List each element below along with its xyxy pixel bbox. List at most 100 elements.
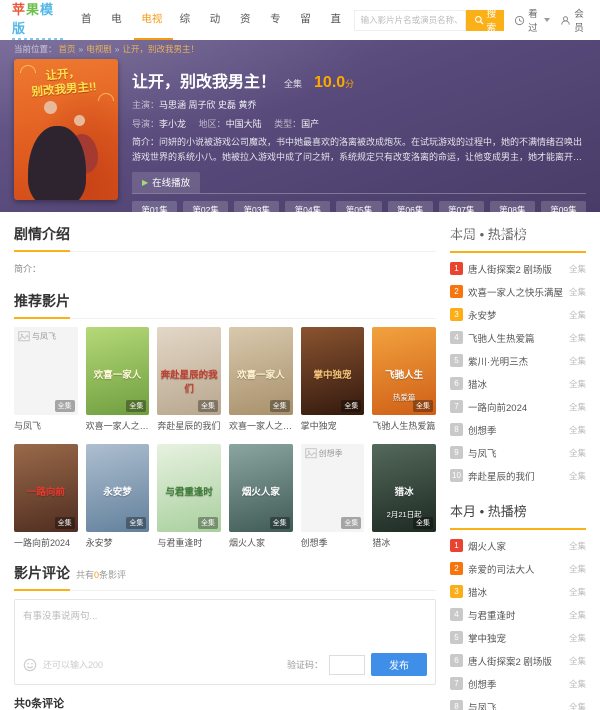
page-title: 让开，别改我男主！ [132, 68, 276, 92]
status-badge: 全集 [413, 517, 433, 529]
rank-badge: 3 [450, 308, 463, 321]
movie-poster: 与凤飞 全集 [14, 327, 78, 415]
ranking-item-status: 全集 [569, 701, 586, 710]
nav-item[interactable]: 综艺 [173, 0, 203, 40]
nav-item[interactable]: 首页 [74, 0, 104, 40]
movie-card[interactable]: 与君重逢时 全集 与君重逢时 [157, 444, 221, 549]
ranking-item[interactable]: 6 猎冰 全集 [450, 372, 586, 395]
ranking-item-title: 飞驰人生热爱篇 [468, 331, 564, 345]
ranking-item[interactable]: 3 猎冰 全集 [450, 580, 586, 603]
ranking-item[interactable]: 2 亲爱的司法大人 全集 [450, 557, 586, 580]
ranking-item[interactable]: 5 掌中独宠 全集 [450, 626, 586, 649]
movie-card[interactable]: 一路向前 全集 一路向前2024 [14, 444, 78, 549]
movie-title: 欢喜一家人之我家有喜 [229, 419, 293, 432]
tab-online-play[interactable]: ▶ 在线播放 [132, 172, 200, 193]
episode-button[interactable]: 第07集 [439, 201, 484, 219]
breadcrumb-link[interactable]: 让开，别改我男主！ [123, 44, 200, 54]
nav-item[interactable]: 留言 [293, 0, 323, 40]
movie-card[interactable]: 欢喜一家人 全集 欢喜一家人之我家有喜 [229, 327, 293, 432]
broken-image-icon [18, 331, 30, 343]
episode-button[interactable]: 第04集 [285, 201, 330, 219]
search-input[interactable] [354, 10, 466, 31]
ranking-item[interactable]: 7 一路向前2024 全集 [450, 395, 586, 418]
movie-card[interactable]: 创想季 全集 创想季 [301, 444, 365, 549]
episode-button[interactable]: 第09集 [541, 201, 586, 219]
comments-section-header: 影片评论共有0条影评 [14, 563, 436, 591]
episode-button[interactable]: 第18集 [541, 224, 586, 242]
movie-poster: 一路向前 全集 [14, 444, 78, 532]
ranking-item[interactable]: 3 永安梦 全集 [450, 303, 586, 326]
movie-title: 掌中独宠 [301, 419, 365, 432]
episode-button[interactable]: 第05集 [336, 201, 381, 219]
ranking-item[interactable]: 9 与凤飞 全集 [450, 441, 586, 464]
movie-card[interactable]: 掌中独宠 全集 掌中独宠 [301, 327, 365, 432]
episode-button[interactable]: 第03集 [234, 201, 279, 219]
ranking-item-title: 唐人街探案2 剧场版 [468, 654, 564, 668]
ranking-item-status: 全集 [569, 586, 586, 598]
poster-figure [74, 115, 85, 126]
ranking-item[interactable]: 8 创想季 全集 [450, 418, 586, 441]
episode-button[interactable]: 第02集 [183, 201, 228, 219]
ranking-item[interactable]: 1 唐人街探案2 剧场版 全集 [450, 257, 586, 280]
search-bar: 搜索 [354, 10, 505, 31]
nav-item[interactable]: 直播 [323, 0, 353, 40]
ranking-item[interactable]: 8 与凤飞 全集 [450, 695, 586, 710]
movie-card[interactable]: 永安梦 全集 永安梦 [86, 444, 150, 549]
monthly-hot-title: 本月 • 热播榜 [450, 501, 586, 530]
ranking-item[interactable]: 7 创想季 全集 [450, 672, 586, 695]
rank-badge: 1 [450, 539, 463, 552]
breadcrumb-link[interactable]: 电视剧 [86, 44, 112, 54]
movie-card[interactable]: 奔赴星辰的我们 全集 奔赴星辰的我们 [157, 327, 221, 432]
recommend-grid: 与凤飞 全集 与凤飞 欢喜一家人 全集 欢 [14, 327, 436, 549]
movie-poster: 奔赴星辰的我们 全集 [157, 327, 221, 415]
nav-item[interactable]: 电影 [104, 0, 134, 40]
poster-art-title: 烟火人家 [232, 484, 290, 498]
ranking-item[interactable]: 6 唐人街探案2 剧场版 全集 [450, 649, 586, 672]
ranking-item-title: 创想季 [468, 423, 564, 437]
movie-poster: 猎冰 2月21日起 全集 [372, 444, 436, 532]
ranking-item[interactable]: 5 紫川·光明三杰 全集 [450, 349, 586, 372]
captcha-input[interactable] [329, 655, 365, 675]
poster-art-title: 猎冰 [375, 484, 433, 498]
movie-card[interactable]: 飞驰人生 热爱篇 全集 飞驰人生热爱篇 [372, 327, 436, 432]
main-poster[interactable]: 让开， 别改我男主!! [14, 59, 118, 200]
movie-poster: 永安梦 全集 [86, 444, 150, 532]
ranking-item[interactable]: 4 与君重逢时 全集 [450, 603, 586, 626]
ranking-item[interactable]: 10 奔赴星辰的我们 全集 [450, 464, 586, 487]
nav-item[interactable]: 动漫 [203, 0, 233, 40]
nav-item[interactable]: 电视剧 [134, 0, 172, 40]
ranking-item[interactable]: 4 飞驰人生热爱篇 全集 [450, 326, 586, 349]
episode-button[interactable]: 第16集 [439, 224, 484, 242]
movie-title: 猎冰 [372, 536, 436, 549]
watched-menu[interactable]: 看过 [514, 6, 550, 34]
ranking-item-status: 全集 [569, 540, 586, 552]
movie-title: 永安梦 [86, 536, 150, 549]
comment-form: 还可以输入200 验证码： 发布 [14, 599, 436, 685]
episode-button[interactable]: 第17集 [490, 224, 535, 242]
member-link[interactable]: 会员 [560, 6, 588, 34]
comment-textarea[interactable] [15, 600, 435, 642]
search-button[interactable]: 搜索 [466, 10, 505, 31]
ranking-item-title: 烟火人家 [468, 539, 564, 553]
movie-card[interactable]: 猎冰 2月21日起 全集 猎冰 [372, 444, 436, 549]
movie-card[interactable]: 欢喜一家人 全集 欢喜一家人之快乐满屋 [86, 327, 150, 432]
publish-button[interactable]: 发布 [371, 653, 427, 676]
movie-card[interactable]: 烟火人家 全集 烟火人家 [229, 444, 293, 549]
nav-item[interactable]: 专题 [263, 0, 293, 40]
episode-button[interactable]: 第08集 [490, 201, 535, 219]
ranking-item-status: 全集 [569, 424, 586, 436]
sidebar: 本周 • 热播榜 1 唐人街探案2 剧场版 全集 2 欢喜一家人之快乐满屋 全集 [450, 224, 586, 710]
episode-button[interactable]: 第01集 [132, 201, 177, 219]
nav-item[interactable]: 资讯 [233, 0, 263, 40]
director-line: 导演：李小龙 地区：中国大陆 类型：国产 [132, 117, 586, 130]
episode-button[interactable]: 第06集 [388, 201, 433, 219]
rank-badge: 7 [450, 677, 463, 690]
breadcrumb-link[interactable]: 首页 [59, 44, 76, 54]
movie-title: 飞驰人生热爱篇 [372, 419, 436, 432]
ranking-item[interactable]: 1 烟火人家 全集 [450, 534, 586, 557]
site-logo[interactable]: 苹果模版 [12, 0, 64, 41]
movie-card[interactable]: 与凤飞 全集 与凤飞 [14, 327, 78, 432]
emoji-icon[interactable] [23, 658, 37, 672]
ranking-item[interactable]: 2 欢喜一家人之快乐满屋 全集 [450, 280, 586, 303]
rank-badge: 6 [450, 377, 463, 390]
